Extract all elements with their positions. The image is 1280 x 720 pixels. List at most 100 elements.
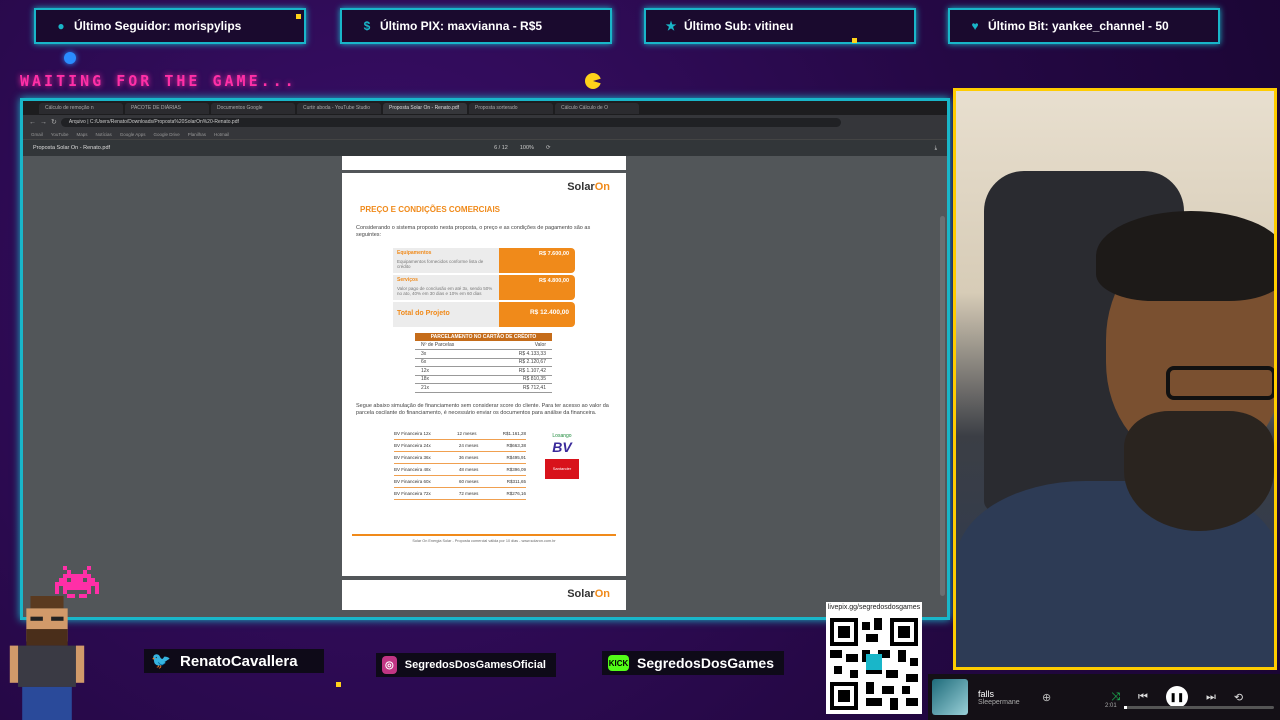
tab[interactable]: Curtir aboda - YouTube Studio <box>297 102 381 114</box>
pdf-viewer[interactable]: SolarOn PREÇO E CONDIÇÕES COMERCIAIS Con… <box>23 156 947 617</box>
table-row: BV Financeira 24x 24 meses R$663,38 <box>394 440 526 452</box>
reload-icon[interactable]: ↻ <box>51 118 57 126</box>
table-row: 6x R$ 2.120,67 <box>415 358 552 367</box>
cell: 3x <box>415 349 489 359</box>
col-header: Nº de Parcelas <box>415 341 489 350</box>
pause-button[interactable]: ❚❚ <box>1165 686 1188 708</box>
total-row: Total do Projeto R$ 12.400,00 <box>393 302 575 327</box>
hair <box>1096 211 1274 301</box>
url-input[interactable]: Arquivo | C:/Users/Renato/Downloads/Prop… <box>60 117 841 127</box>
shuffle-icon[interactable]: ⤨ <box>1111 691 1120 704</box>
cell: BV Financeira 60x <box>394 479 431 484</box>
table-row: BV Financeira 12x 12 meses R$1.161,28 <box>394 428 526 440</box>
next-icon[interactable]: ⏭ <box>1206 691 1216 704</box>
elapsed-time: 2:01 <box>1105 703 1117 709</box>
cell: R$ 1.107,42 <box>488 366 552 376</box>
song-title: falls <box>978 688 995 699</box>
cell: BV Financeira 12x <box>394 431 431 436</box>
alert-bit-text: Último Bit: yankee_channel - 50 <box>988 19 1169 33</box>
user-icon: ● <box>57 19 65 33</box>
heart-icon: ♥ <box>971 19 979 33</box>
instagram-text: SegredosDosGamesOficial <box>404 659 546 671</box>
music-player: falls Sleepermane ⊕ ⤨ ⏮ ❚❚ ⏭ ⟲ 2:01 <box>928 674 1280 720</box>
pdf-toolbar: Proposta Solar On - Renato.pdf 6 / 12 10… <box>23 140 947 156</box>
tab[interactable]: PACOTE DE DIÁRIAS <box>125 102 209 114</box>
alert-follower: ● Último Seguidor: morispylips <box>34 8 306 44</box>
financing-intro: Segue abaixo simulação de financiamento … <box>356 403 609 416</box>
tab[interactable]: Proposta sorterado <box>469 102 553 114</box>
cell: BV Financeira 36x <box>394 455 431 460</box>
santander-logo: Santander <box>545 459 579 479</box>
item-value: R$ 4.800,00 <box>499 275 575 300</box>
twitter-text: RenatoCavallera <box>180 652 298 670</box>
cell: 18x <box>415 375 489 384</box>
kick-handle: KICK SegredosDosGames <box>602 651 784 675</box>
pacman-icon <box>585 73 601 89</box>
album-art <box>932 679 968 715</box>
bookmark-item[interactable]: Google Apps <box>120 132 146 137</box>
cell: 12x <box>415 366 489 376</box>
previous-icon[interactable]: ⏮ <box>1138 691 1148 704</box>
bookmark-item[interactable]: Gmail <box>31 132 43 137</box>
item-value: R$ 7.600,00 <box>499 248 575 273</box>
table-row: BV Financeira 36x 36 meses R$495,91 <box>394 452 526 464</box>
scrollbar[interactable] <box>940 216 945 596</box>
bank-logos: Losango BV Santander <box>534 433 590 479</box>
cell: BV Financeira 72x <box>394 491 431 496</box>
glasses <box>1166 366 1274 400</box>
tab[interactable]: Documentos Google <box>211 102 295 114</box>
forward-icon[interactable]: → <box>40 119 47 126</box>
bookmark-item[interactable]: Hotmail <box>214 132 229 137</box>
page-indicator[interactable]: 6 / 12 <box>494 145 508 151</box>
download-icon[interactable]: ⤓ <box>935 145 937 152</box>
alert-sub: ★ Último Sub: vitineu <box>644 8 916 44</box>
price-box: Equipamentos Equipamentos fornecidos conf… <box>393 248 575 329</box>
decor-spark <box>296 14 301 19</box>
logo-main: Solar <box>567 181 595 193</box>
cell: R$276,16 <box>506 491 526 496</box>
financing-table: BV Financeira 12x 12 meses R$1.161,28 BV F… <box>394 428 526 500</box>
cell: R$1.161,28 <box>502 431 526 436</box>
bookmarks-bar: Gmail YouTube Maps Notícias Google Apps … <box>23 129 947 140</box>
tab[interactable]: Cálculo Cálculo de O <box>555 102 639 114</box>
table-header: Nº de Parcelas Valor <box>415 341 552 350</box>
address-bar: ← → ↻ Arquivo | C:/Users/Renato/Download… <box>23 115 947 129</box>
bv-logo: BV <box>552 439 572 455</box>
col-header: Valor <box>488 341 552 350</box>
qr-code[interactable] <box>826 614 922 714</box>
logo-suffix: On <box>594 588 610 600</box>
table-row: 3x R$ 4.133,33 <box>415 349 552 359</box>
section-title: PREÇO E CONDIÇÕES COMERCIAIS <box>360 205 501 214</box>
bookmark-item[interactable]: YouTube <box>51 132 69 137</box>
progress-bar[interactable] <box>1124 706 1274 709</box>
instagram-handle: ◎ SegredosDosGamesOficial <box>376 653 556 677</box>
playback-controls: ⤨ ⏮ ❚❚ ⏭ ⟲ <box>1111 686 1243 708</box>
qr-code-icon <box>830 618 918 710</box>
intro-text: Considerando o sistema proposto nesta pr… <box>356 225 591 238</box>
table-row: BV Financeira 60x 60 meses R$311,65 <box>394 476 526 488</box>
price-row: Serviços Valor pago de conclusão em até 3… <box>393 275 575 300</box>
alert-pix-text: Último PIX: maxvianna - R$5 <box>380 19 543 33</box>
add-icon[interactable]: ⊕ <box>1042 691 1051 704</box>
song-artist: Sleepermane <box>978 698 1020 706</box>
table-row: BV Financeira 72x 72 meses R$276,16 <box>394 488 526 500</box>
webcam-feed <box>953 88 1277 670</box>
bookmark-item[interactable]: Google Drive <box>154 132 180 137</box>
table-row: 18x R$ 810,35 <box>415 375 552 384</box>
cell: R$663,38 <box>506 443 526 448</box>
bookmark-item[interactable]: Notícias <box>95 132 111 137</box>
card-installments-table: PARCELAMENTO NO CARTÃO DE CRÉDITO Nº de … <box>415 333 552 393</box>
repeat-icon[interactable]: ⟲ <box>1234 691 1243 704</box>
waiting-text: WAITING FOR THE GAME... <box>20 72 297 90</box>
tab-active[interactable]: Proposta Solar On - Renato.pdf <box>383 102 467 114</box>
total-value: R$ 12.400,00 <box>499 302 575 327</box>
cell: 60 meses <box>459 479 479 484</box>
bookmark-item[interactable]: Maps <box>76 132 87 137</box>
zoom-level[interactable]: 100% <box>520 145 534 151</box>
tab[interactable]: Cálculo de remoção n <box>39 102 123 114</box>
pdf-page-next: SolarOn <box>342 580 626 610</box>
back-icon[interactable]: ← <box>29 119 36 126</box>
rotate-icon[interactable]: ⟳ <box>546 145 551 151</box>
footer-text: Solar On Energia Solar - Proposta comerc… <box>412 539 556 543</box>
bookmark-item[interactable]: Planilhas <box>188 132 206 137</box>
